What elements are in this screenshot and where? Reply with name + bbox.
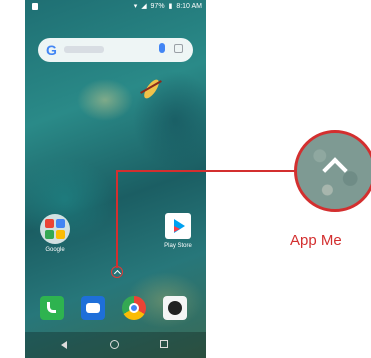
- recents-icon[interactable]: [160, 340, 168, 348]
- chrome-icon[interactable]: [122, 296, 146, 320]
- notification-icon: [32, 3, 38, 10]
- play-triangle-accent: [174, 226, 180, 232]
- folder-mini-icon: [56, 219, 65, 228]
- mic-icon[interactable]: [159, 43, 165, 53]
- signal-icon: ◢: [141, 3, 147, 10]
- google-logo-icon: G: [46, 42, 57, 58]
- messages-icon[interactable]: [81, 296, 105, 320]
- callout-label: App Me: [290, 232, 342, 249]
- home-icon[interactable]: [110, 340, 119, 349]
- folder-mini-icon: [45, 219, 54, 228]
- status-right: ▾ ◢ 97% ▮ 8:10 AM: [132, 0, 202, 14]
- chevron-up-icon: [322, 157, 348, 183]
- callout-line-horizontal: [116, 170, 296, 172]
- google-search-widget[interactable]: G: [38, 38, 193, 62]
- lens-icon[interactable]: [174, 44, 183, 53]
- back-icon[interactable]: [61, 341, 67, 349]
- battery-percent: 97%: [150, 3, 165, 10]
- play-store-icon[interactable]: [165, 213, 191, 239]
- folder-mini-icon: [45, 230, 54, 239]
- status-bar: ▾ ◢ 97% ▮ 8:10 AM: [25, 0, 206, 14]
- camera-icon[interactable]: [163, 296, 187, 320]
- folder-mini-icon: [56, 230, 65, 239]
- battery-icon: ▮: [168, 3, 173, 10]
- folder-label: Google: [45, 247, 65, 253]
- zoomed-app-menu-arrow: [294, 130, 371, 212]
- clock: 8:10 AM: [176, 3, 202, 10]
- navigation-bar: [25, 332, 206, 358]
- google-folder-icon[interactable]: [40, 214, 70, 244]
- play-store-label: Play Store: [164, 243, 192, 249]
- callout-line-vertical: [116, 170, 118, 268]
- phone-icon[interactable]: [40, 296, 64, 320]
- wifi-icon: ▾: [133, 3, 138, 10]
- search-placeholder: [64, 46, 104, 53]
